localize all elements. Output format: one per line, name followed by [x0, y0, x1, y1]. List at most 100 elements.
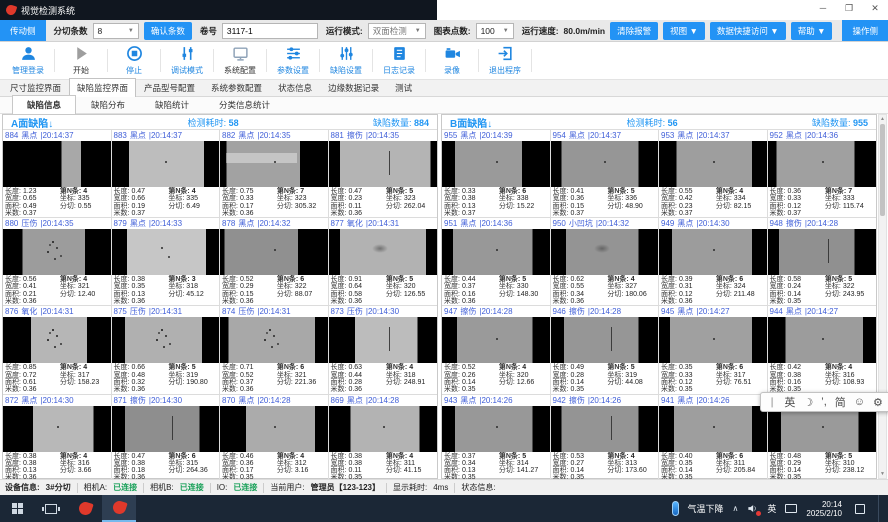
- toolbar-user-button[interactable]: 管理登录: [2, 42, 54, 79]
- main-tab-2[interactable]: 产品型号配置: [136, 78, 203, 96]
- defect-cell[interactable]: 950 小凹坑 |20:14:32 长度:0.62宽度:0.55面积:0.34米…: [551, 218, 660, 306]
- action-center-icon[interactable]: [855, 504, 865, 514]
- defect-image[interactable]: [659, 406, 767, 452]
- defect-image[interactable]: [112, 141, 220, 187]
- drive-side-button[interactable]: 传动侧: [0, 20, 46, 41]
- defect-image[interactable]: [442, 317, 550, 363]
- touch-keyboard-icon[interactable]: [785, 504, 797, 513]
- toolbar-monitor-button[interactable]: 系统配置: [214, 42, 266, 79]
- ime-item-3[interactable]: 简: [835, 394, 846, 410]
- data-quick-access-button[interactable]: 数据快捷访问 ▼: [710, 22, 786, 40]
- defect-image[interactable]: [551, 141, 659, 187]
- defect-image[interactable]: [220, 406, 328, 452]
- defect-image[interactable]: [329, 317, 438, 363]
- defect-cell[interactable]: 943 黑点 |20:14:26 长度:0.37宽度:0.34面积:0.13米数…: [442, 395, 551, 483]
- defect-image[interactable]: [112, 317, 220, 363]
- toolbar-exit-button[interactable]: 退出程序: [479, 42, 531, 79]
- slit-count-select[interactable]: 8 ▼: [93, 23, 139, 39]
- defect-cell[interactable]: 944 黑点 |20:14:27 长度:0.42宽度:0.38面积:0.16米数…: [768, 306, 877, 394]
- defect-image[interactable]: [3, 406, 111, 452]
- defect-image[interactable]: [551, 317, 659, 363]
- defect-cell[interactable]: 874 压伤 |20:14:31 长度:0.71宽度:0.52面积:0.37米数…: [220, 306, 329, 394]
- defect-image[interactable]: [3, 141, 111, 187]
- toolbar-tune-button[interactable]: 调试模式: [161, 42, 213, 79]
- toolbar-sliders-h-button[interactable]: 参数设置: [267, 42, 319, 79]
- weather-text[interactable]: 气温下降: [688, 502, 724, 515]
- defect-cell[interactable]: 952 黑点 |20:14:36 长度:0.36宽度:0.33面积:0.12米数…: [768, 130, 877, 218]
- show-desktop-button[interactable]: [878, 495, 882, 522]
- defect-cell[interactable]: 880 压伤 |20:14:35 长度:0.56宽度:0.41面积:0.21米数…: [3, 218, 112, 306]
- defect-cell[interactable]: 942 擦伤 |20:14:26 长度:0.53宽度:0.27面积:0.14米数…: [551, 395, 660, 483]
- chart-points-select[interactable]: 100 ▼: [476, 23, 514, 39]
- main-tab-1[interactable]: 缺陷监控界面: [69, 78, 136, 97]
- defect-cell[interactable]: 875 压伤 |20:14:31 长度:0.66宽度:0.48面积:0.32米数…: [112, 306, 221, 394]
- defect-image[interactable]: [551, 229, 659, 275]
- defect-image[interactable]: [768, 317, 877, 363]
- toolbar-camera-button[interactable]: 录像: [426, 42, 478, 79]
- defect-image[interactable]: [442, 141, 550, 187]
- defect-cell[interactable]: 949 黑点 |20:14:30 长度:0.39宽度:0.31面积:0.12米数…: [659, 218, 768, 306]
- defect-cell[interactable]: 883 黑点 |20:14:37 长度:0.47宽度:0.66面积:0.19米数…: [112, 130, 221, 218]
- ime-item-2[interactable]: ’,: [821, 396, 827, 408]
- defect-cell[interactable]: 945 黑点 |20:14:27 长度:0.35宽度:0.33面积:0.12米数…: [659, 306, 768, 394]
- maximize-button[interactable]: ❐: [836, 0, 862, 16]
- defect-image[interactable]: [112, 406, 220, 452]
- defect-image[interactable]: [442, 406, 550, 452]
- main-tab-3[interactable]: 系统参数配置: [203, 78, 270, 96]
- defect-image[interactable]: [768, 406, 877, 452]
- defect-cell[interactable]: 948 擦伤 |20:14:28 长度:0.58宽度:0.24面积:0.14米数…: [768, 218, 877, 306]
- defect-image[interactable]: [220, 141, 328, 187]
- view-menu-button[interactable]: 视图 ▼: [663, 22, 705, 40]
- start-button[interactable]: [0, 495, 34, 522]
- volume-icon[interactable]: [747, 503, 758, 514]
- defect-cell[interactable]: 879 黑点 |20:14:33 长度:0.38宽度:0.35面积:0.13米数…: [112, 218, 221, 306]
- sub-tab-2[interactable]: 缺陷统计: [140, 95, 204, 113]
- defect-cell[interactable]: 954 黑点 |20:14:37 长度:0.41宽度:0.36面积:0.15米数…: [551, 130, 660, 218]
- defect-image[interactable]: [659, 317, 767, 363]
- defect-image[interactable]: [3, 229, 111, 275]
- minimize-button[interactable]: ─: [810, 0, 836, 16]
- defect-image[interactable]: [329, 229, 438, 275]
- defect-cell[interactable]: 941 黑点 |20:14:26 长度:0.40宽度:0.35面积:0.14米数…: [659, 395, 768, 483]
- defect-cell[interactable]: 878 黑点 |20:14:32 长度:0.52宽度:0.29面积:0.15米数…: [220, 218, 329, 306]
- task-view-button[interactable]: [34, 495, 68, 522]
- defect-cell[interactable]: 881 擦伤 |20:14:35 长度:0.47宽度:0.23面积:0.11米数…: [329, 130, 438, 218]
- defect-image[interactable]: [659, 141, 767, 187]
- defect-image[interactable]: [551, 406, 659, 452]
- close-button[interactable]: ✕: [862, 0, 888, 16]
- defect-cell[interactable]: 955 黑点 |20:14:39 长度:0.33宽度:0.38面积:0.13米数…: [442, 130, 551, 218]
- ime-drag-handle[interactable]: ❙: [768, 397, 776, 408]
- scroll-down-icon[interactable]: ▼: [880, 470, 885, 478]
- confirm-count-button[interactable]: 确认条数: [144, 22, 192, 40]
- toolbar-play-button[interactable]: 开始: [55, 42, 107, 79]
- main-tab-6[interactable]: 测试: [387, 78, 420, 96]
- tray-expand-icon[interactable]: ∧: [733, 504, 739, 513]
- defect-cell[interactable]: 869 黑点 |20:14:28 长度:0.38宽度:0.38面积:0.11米数…: [329, 395, 438, 483]
- toolbar-stop-button[interactable]: 停止: [108, 42, 160, 79]
- sub-tab-3[interactable]: 分类信息统计: [204, 95, 285, 113]
- defect-cell[interactable]: 951 黑点 |20:14:36 长度:0.44宽度:0.37面积:0.16米数…: [442, 218, 551, 306]
- ime-item-1[interactable]: ☽: [803, 396, 813, 409]
- thermometer-icon[interactable]: [672, 501, 679, 516]
- defect-image[interactable]: [442, 229, 550, 275]
- defect-image[interactable]: [329, 141, 438, 187]
- defect-cell[interactable]: 877 氧化 |20:14:31 长度:0.91宽度:0.64面积:0.58米数…: [329, 218, 438, 306]
- roll-number-input[interactable]: [222, 23, 318, 39]
- ime-language-indicator[interactable]: 英: [767, 502, 776, 515]
- defect-cell[interactable]: 870 黑点 |20:14:28 长度:0.46宽度:0.36面积:0.17米数…: [220, 395, 329, 483]
- scrollbar-thumb[interactable]: [880, 124, 885, 216]
- run-mode-select[interactable]: 双面检测 ▼: [368, 23, 426, 39]
- scroll-up-icon[interactable]: ▲: [880, 115, 885, 123]
- running-app-button[interactable]: [102, 495, 136, 522]
- toolbar-journal-button[interactable]: 日志记录: [373, 42, 425, 79]
- ime-item-0[interactable]: 英: [784, 394, 795, 410]
- help-menu-button[interactable]: 帮助 ▼: [791, 22, 833, 40]
- sub-tab-0[interactable]: 缺陷信息: [12, 95, 76, 114]
- defect-image[interactable]: [329, 406, 438, 452]
- defect-cell[interactable]: 882 黑点 |20:14:35 长度:0.75宽度:0.33面积:0.17米数…: [220, 130, 329, 218]
- defect-cell[interactable]: 871 擦伤 |20:14:30 长度:0.47宽度:0.38面积:0.18米数…: [112, 395, 221, 483]
- defect-cell[interactable]: 953 黑点 |20:14:37 长度:0.55宽度:0.42面积:0.23米数…: [659, 130, 768, 218]
- toolbar-sliders-v-button[interactable]: 缺陷设置: [320, 42, 372, 79]
- main-tab-0[interactable]: 尺寸监控界面: [2, 78, 69, 96]
- defect-cell[interactable]: 873 压伤 |20:14:30 长度:0.63宽度:0.44面积:0.28米数…: [329, 306, 438, 394]
